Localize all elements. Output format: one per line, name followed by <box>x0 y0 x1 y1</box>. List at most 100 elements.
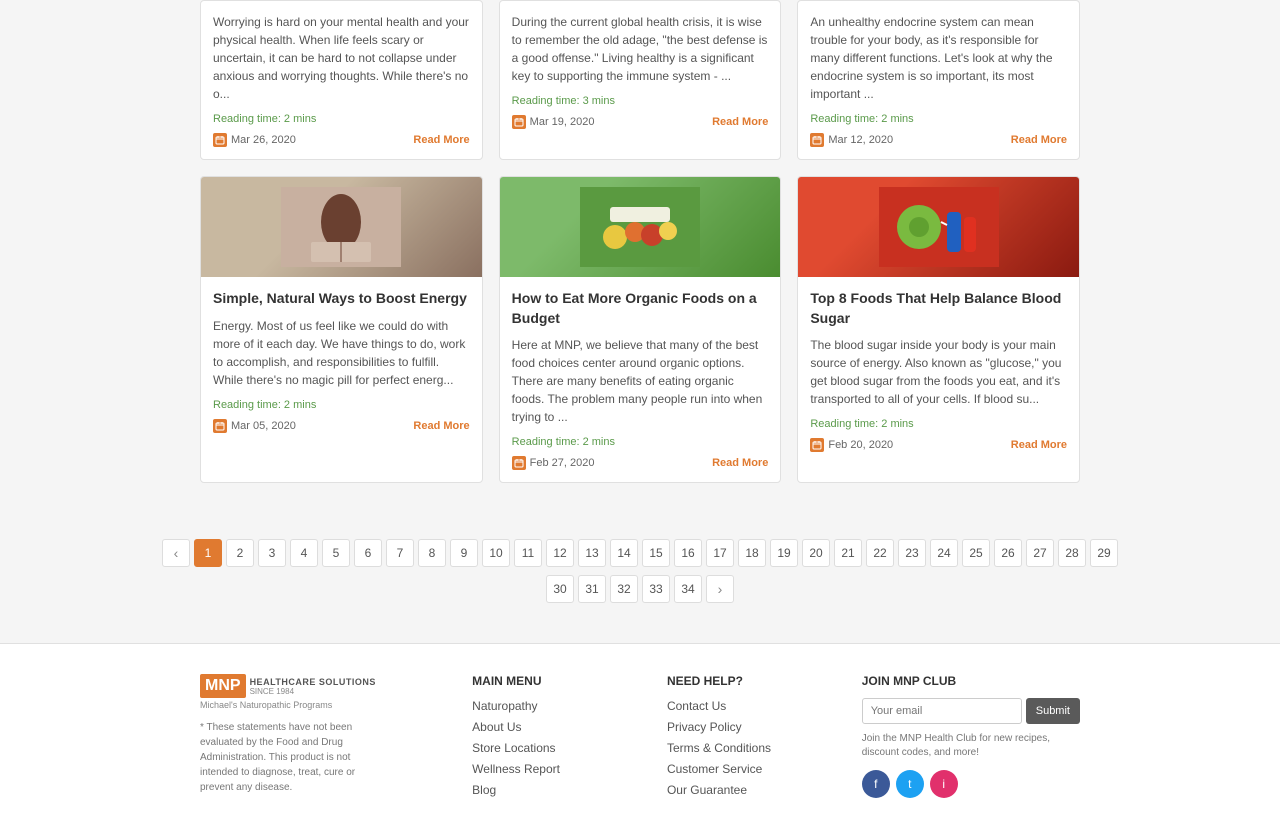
reading-time-1: Reading time: 2 mins <box>213 113 470 125</box>
page-btn-1[interactable]: 1 <box>194 539 222 567</box>
help-contact-us[interactable]: Contact Us <box>667 699 726 713</box>
join-section: Join MNP Club Submit Join the MNP Health… <box>862 674 1080 798</box>
menu-blog[interactable]: Blog <box>472 783 496 797</box>
prev-page-btn[interactable]: ‹ <box>162 539 190 567</box>
twitter-icon[interactable]: t <box>896 770 924 798</box>
page-btn-24[interactable]: 24 <box>930 539 958 567</box>
page-btn-14[interactable]: 14 <box>610 539 638 567</box>
page-btn-10[interactable]: 10 <box>482 539 510 567</box>
menu-wellness-report[interactable]: Wellness Report <box>472 762 560 776</box>
page-btn-28[interactable]: 28 <box>1058 539 1086 567</box>
footer: MNP HEALTHCARE SOLUTIONS SINCE 1984 Mich… <box>0 643 1280 833</box>
email-input[interactable] <box>862 698 1022 724</box>
read-more-6[interactable]: Read More <box>1011 439 1067 451</box>
page-container: Worrying is hard on your mental health a… <box>0 0 1280 833</box>
instagram-icon[interactable]: i <box>930 770 958 798</box>
page-btn-13[interactable]: 13 <box>578 539 606 567</box>
page-btn-34[interactable]: 34 <box>674 575 702 603</box>
help-our-guarantee[interactable]: Our Guarantee <box>667 783 747 797</box>
page-btn-21[interactable]: 21 <box>834 539 862 567</box>
read-more-3[interactable]: Read More <box>1011 134 1067 146</box>
page-btn-25[interactable]: 25 <box>962 539 990 567</box>
page-btn-20[interactable]: 20 <box>802 539 830 567</box>
pagination-section: ‹ 1 2 3 4 5 6 7 8 9 10 11 12 13 14 15 16… <box>0 519 1280 643</box>
page-btn-5[interactable]: 5 <box>322 539 350 567</box>
next-page-btn[interactable]: › <box>706 575 734 603</box>
page-btn-6[interactable]: 6 <box>354 539 382 567</box>
menu-store-locations[interactable]: Store Locations <box>472 741 555 755</box>
page-btn-12[interactable]: 12 <box>546 539 574 567</box>
card-excerpt-5: Here at MNP, we believe that many of the… <box>512 336 769 426</box>
email-form: Submit <box>862 698 1080 724</box>
logo-mnp: MNP <box>200 674 246 698</box>
blog-card-5: How to Eat More Organic Foods on a Budge… <box>499 176 782 483</box>
footer-logo: MNP HEALTHCARE SOLUTIONS SINCE 1984 Mich… <box>200 674 432 710</box>
blog-card-6: Top 8 Foods That Help Balance Blood Suga… <box>797 176 1080 483</box>
page-btn-26[interactable]: 26 <box>994 539 1022 567</box>
footer-logo-section: MNP HEALTHCARE SOLUTIONS SINCE 1984 Mich… <box>200 674 432 795</box>
card-excerpt-2: During the current global health crisis,… <box>512 13 769 85</box>
card-excerpt-6: The blood sugar inside your body is your… <box>810 336 1067 408</box>
card-title-4: Simple, Natural Ways to Boost Energy <box>213 289 470 309</box>
card-excerpt-3: An unhealthy endocrine system can mean t… <box>810 13 1067 103</box>
page-btn-31[interactable]: 31 <box>578 575 606 603</box>
page-btn-30[interactable]: 30 <box>546 575 574 603</box>
page-btn-29[interactable]: 29 <box>1090 539 1118 567</box>
calendar-icon-1 <box>213 133 227 147</box>
footer-need-help: NEED HELP? Contact Us Privacy Policy Ter… <box>667 674 822 803</box>
facebook-icon[interactable]: f <box>862 770 890 798</box>
page-btn-33[interactable]: 33 <box>642 575 670 603</box>
read-more-4[interactable]: Read More <box>413 420 469 432</box>
page-btn-23[interactable]: 23 <box>898 539 926 567</box>
page-btn-7[interactable]: 7 <box>386 539 414 567</box>
page-btn-15[interactable]: 15 <box>642 539 670 567</box>
card-image-6 <box>798 177 1079 277</box>
page-btn-2[interactable]: 2 <box>226 539 254 567</box>
reading-time-3: Reading time: 2 mins <box>810 113 1067 125</box>
page-btn-22[interactable]: 22 <box>866 539 894 567</box>
reading-time-6: Reading time: 2 mins <box>810 418 1067 430</box>
calendar-icon-5 <box>512 456 526 470</box>
page-btn-11[interactable]: 11 <box>514 539 542 567</box>
cards-section: Worrying is hard on your mental health a… <box>0 0 1280 519</box>
page-btn-32[interactable]: 32 <box>610 575 638 603</box>
calendar-icon-4 <box>213 419 227 433</box>
help-customer-service[interactable]: Customer Service <box>667 762 762 776</box>
read-more-2[interactable]: Read More <box>712 116 768 128</box>
card-excerpt-4: Energy. Most of us feel like we could do… <box>213 317 470 389</box>
reading-time-4: Reading time: 2 mins <box>213 399 470 411</box>
join-title: Join MNP Club <box>862 674 1080 688</box>
main-menu-title: MAIN MENU <box>472 674 627 688</box>
card-date-6: Feb 20, 2020 <box>828 439 893 451</box>
card-title-6: Top 8 Foods That Help Balance Blood Suga… <box>810 289 1067 328</box>
calendar-icon-2 <box>512 115 526 129</box>
blog-card-3: An unhealthy endocrine system can mean t… <box>797 0 1080 160</box>
card-date-3: Mar 12, 2020 <box>828 134 893 146</box>
card-date-5: Feb 27, 2020 <box>530 457 595 469</box>
card-image-5 <box>500 177 781 277</box>
pagination-row-1: ‹ 1 2 3 4 5 6 7 8 9 10 11 12 13 14 15 16… <box>162 539 1118 567</box>
page-btn-4[interactable]: 4 <box>290 539 318 567</box>
page-btn-9[interactable]: 9 <box>450 539 478 567</box>
page-btn-8[interactable]: 8 <box>418 539 446 567</box>
card-excerpt-1: Worrying is hard on your mental health a… <box>213 13 470 103</box>
help-terms-conditions[interactable]: Terms & Conditions <box>667 741 771 755</box>
calendar-icon-3 <box>810 133 824 147</box>
menu-about-us[interactable]: About Us <box>472 720 521 734</box>
page-btn-19[interactable]: 19 <box>770 539 798 567</box>
page-btn-3[interactable]: 3 <box>258 539 286 567</box>
calendar-icon-6 <box>810 438 824 452</box>
help-privacy-policy[interactable]: Privacy Policy <box>667 720 742 734</box>
page-btn-27[interactable]: 27 <box>1026 539 1054 567</box>
read-more-5[interactable]: Read More <box>712 457 768 469</box>
read-more-1[interactable]: Read More <box>413 134 469 146</box>
page-btn-18[interactable]: 18 <box>738 539 766 567</box>
card-date-4: Mar 05, 2020 <box>231 420 296 432</box>
page-btn-16[interactable]: 16 <box>674 539 702 567</box>
footer-disclaimer: * These statements have not been evaluat… <box>200 720 380 795</box>
card-date-1: Mar 26, 2020 <box>231 134 296 146</box>
page-btn-17[interactable]: 17 <box>706 539 734 567</box>
submit-button[interactable]: Submit <box>1026 698 1080 724</box>
card-date-2: Mar 19, 2020 <box>530 116 595 128</box>
menu-naturopathy[interactable]: Naturopathy <box>472 699 537 713</box>
